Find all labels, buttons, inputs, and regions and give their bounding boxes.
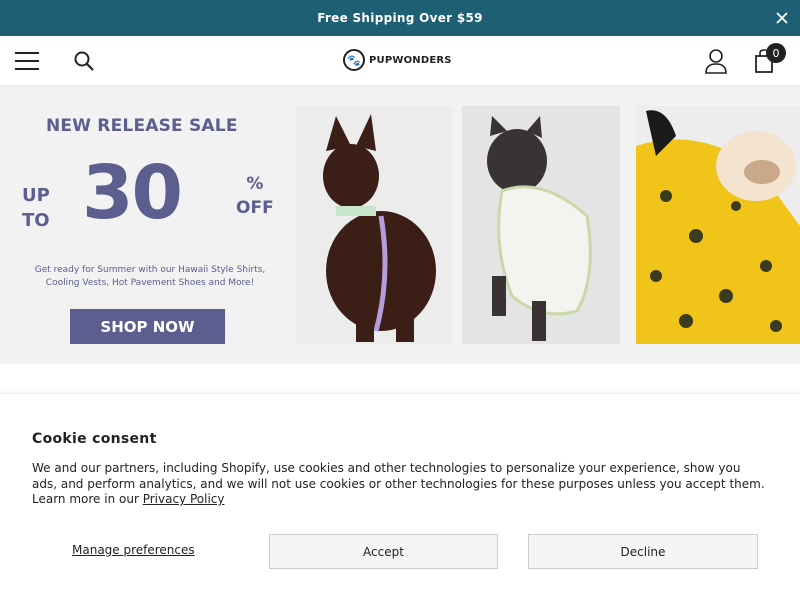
photo-person-holding-dog [636, 106, 800, 344]
cookie-title: Cookie consent [32, 431, 157, 447]
promo-upto: UP TO [22, 185, 50, 231]
promo-subtext: Get ready for Summer with our Hawaii Sty… [34, 265, 266, 288]
promo-banner[interactable]: NEW RELEASE SALE UP TO 30 % OFF Get ready … [0, 86, 800, 364]
decline-button[interactable]: Decline [528, 534, 758, 569]
manage-preferences-link[interactable]: Manage preferences [72, 543, 195, 557]
promo-heading: NEW RELEASE SALE [46, 116, 238, 136]
cookie-body: We and our partners, including Shopify, … [32, 461, 765, 506]
promo-off: % OFF [236, 174, 274, 218]
announcement-bar: Free Shipping Over $59 [0, 0, 800, 36]
close-icon[interactable] [774, 10, 790, 26]
logo-text: PUPWONDERS [369, 54, 452, 66]
photo-bulldog-white-vest [462, 106, 620, 344]
paw-icon: 🐾 [343, 49, 365, 71]
site-logo[interactable]: 🐾 PUPWONDERS [343, 49, 452, 71]
privacy-policy-link[interactable]: Privacy Policy [143, 492, 225, 506]
promo-percent-number: 30 [82, 150, 183, 236]
announcement-text: Free Shipping Over $59 [317, 11, 483, 25]
cart-count-badge: 0 [766, 43, 786, 63]
account-icon[interactable] [704, 48, 728, 74]
photo-doberman-with-leash [296, 106, 452, 344]
accept-button[interactable]: Accept [269, 534, 498, 569]
menu-icon[interactable] [15, 52, 39, 70]
cookie-consent-banner: Cookie consent We and our partners, incl… [0, 393, 800, 600]
site-header: 🐾 PUPWONDERS 0 [0, 36, 800, 86]
search-icon[interactable] [73, 50, 95, 72]
promo-panel: NEW RELEASE SALE UP TO 30 % OFF Get ready … [0, 86, 296, 364]
shop-now-button[interactable]: SHOP NOW [70, 309, 225, 344]
